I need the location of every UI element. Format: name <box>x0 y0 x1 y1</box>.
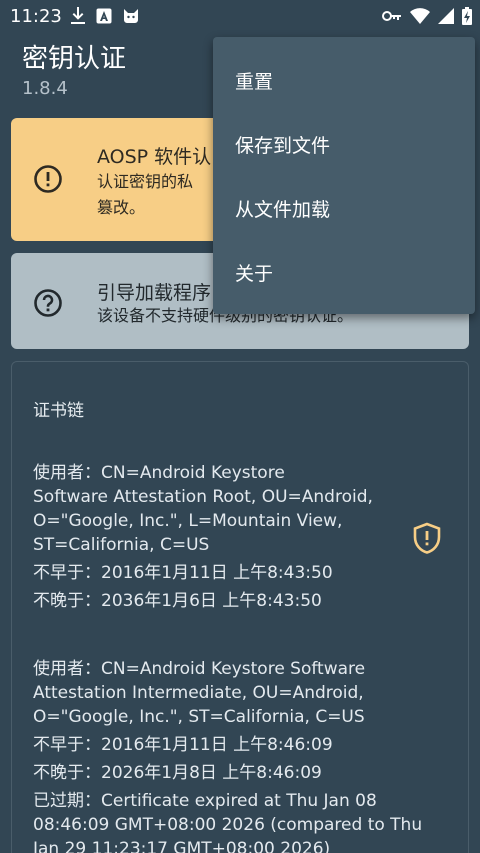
download-icon <box>70 7 86 25</box>
cert-subject: Software Attestation Root, OU=Android, <box>33 487 373 507</box>
status-time: 11:23 <box>10 6 62 27</box>
key-icon <box>382 9 402 23</box>
cert-not-before: 不早于：2016年1月11日 上午8:43:50 <box>33 563 333 583</box>
cert-expired: 08:46:09 GMT+08:00 2026 (compared to Thu <box>33 815 423 835</box>
signal-icon <box>438 8 454 24</box>
alert-circle-icon <box>33 164 63 198</box>
menu-item-save-to-file[interactable]: 保存到文件 <box>213 114 475 174</box>
bootloader-title: 引导加载程序 <box>97 282 212 304</box>
cert-not-before: 不早于：2016年1月11日 上午8:46:09 <box>33 735 333 755</box>
system-icons <box>382 7 472 25</box>
certificate-chain-title: 证书链 <box>33 401 84 421</box>
status-bar: 11:23 <box>0 0 480 34</box>
cert-subject: 使用者：CN=Android Keystore <box>33 463 285 483</box>
cert-subject: O="Google, Inc.", L=Mountain View, <box>33 511 343 531</box>
certificate-chain-card: 证书链 使用者：CN=Android Keystore Software Att… <box>11 361 469 853</box>
app-title: 密钥认证 <box>22 44 127 74</box>
security-level-body-1: 认证密钥的私 <box>97 172 194 191</box>
overflow-menu: 重置 保存到文件 从文件加载 关于 <box>213 37 475 314</box>
cert-subject: ST=California, C=US <box>33 535 210 555</box>
security-level-title: AOSP 软件认 <box>97 146 212 168</box>
cert-not-after: 不晚于：2026年1月8日 上午8:46:09 <box>33 763 322 783</box>
menu-item-reset[interactable]: 重置 <box>213 50 475 110</box>
help-circle-icon <box>33 288 63 322</box>
cert-subject: Attestation Intermediate, OU=Android, <box>33 683 364 703</box>
certificate-intermediate[interactable]: 使用者：CN=Android Keystore Software Attesta… <box>33 657 443 853</box>
cert-subject: 使用者：CN=Android Keystore Software <box>33 659 366 679</box>
a-box-icon <box>96 8 112 24</box>
cat-icon <box>122 7 140 25</box>
cert-not-after: 不晚于：2036年1月6日 上午8:43:50 <box>33 591 322 611</box>
screen: 11:23 密钥认证 1.8.4 AOSP 软件认 认证密钥的私 篡改。 引导加… <box>0 0 480 853</box>
battery-charging-icon <box>462 7 472 25</box>
menu-item-load-from-file[interactable]: 从文件加载 <box>213 178 475 238</box>
cert-expired: Jan 29 11:23:17 GMT+08:00 2026) <box>33 839 331 853</box>
shield-alert-icon <box>412 522 442 558</box>
security-level-body-2: 篡改。 <box>97 198 146 217</box>
wifi-icon <box>410 8 430 24</box>
notification-icons <box>70 7 140 25</box>
menu-item-about[interactable]: 关于 <box>213 242 475 302</box>
app-version: 1.8.4 <box>22 78 68 99</box>
cert-subject: O="Google, Inc.", ST=California, C=US <box>33 707 365 727</box>
certificate-root[interactable]: 使用者：CN=Android Keystore Software Attesta… <box>33 461 443 613</box>
cert-expired: 已过期：Certificate expired at Thu Jan 08 <box>33 791 377 811</box>
